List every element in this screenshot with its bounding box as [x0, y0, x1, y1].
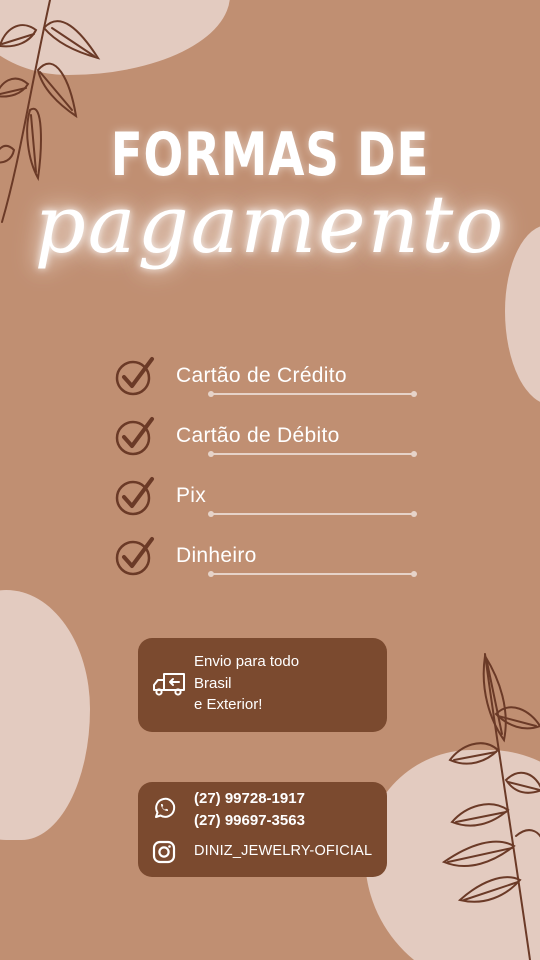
divider-line — [208, 511, 417, 517]
payment-method-label: Cartão de Crédito — [176, 364, 347, 387]
phone-number[interactable]: (27) 99728-1917 — [194, 790, 305, 807]
payment-method-debit-card: Cartão de Débito — [114, 415, 444, 475]
shipping-text: Envio para todo Brasil e Exterior! — [194, 651, 299, 716]
instagram-handle[interactable]: DINIZ_JEWELRY-OFICIAL — [194, 843, 372, 859]
shipping-line: Envio para todo — [194, 653, 300, 670]
whatsapp-icon — [155, 797, 176, 818]
divider-line — [208, 391, 417, 397]
delivery-truck-icon — [153, 673, 185, 696]
payment-method-label: Cartão de Débito — [176, 424, 340, 447]
instagram-icon — [152, 840, 176, 864]
payment-method-cash: Dinheiro — [114, 535, 444, 595]
shipping-info-card: Envio para todo Brasil e Exterior! — [138, 638, 387, 732]
check-circle-icon — [115, 417, 154, 456]
decor-blob-left — [0, 590, 90, 840]
contact-info-card: (27) 99728-1917 (27) 99697-3563 DINIZ_JE… — [138, 782, 387, 877]
phone-number[interactable]: (27) 99697-3563 — [194, 812, 305, 829]
divider-line — [208, 571, 417, 577]
payment-method-label: Pix — [176, 484, 207, 507]
check-circle-icon — [115, 357, 154, 396]
leaf-branch-bottom-right-icon — [441, 653, 540, 960]
payment-method-pix: Pix — [114, 475, 444, 535]
shipping-line: e Exterior! — [194, 696, 263, 713]
check-circle-icon — [115, 537, 154, 576]
payment-methods-list: Cartão de Crédito Cartão de Débito Pix D… — [114, 355, 444, 595]
payment-method-credit-card: Cartão de Crédito — [114, 355, 444, 415]
payment-method-label: Dinheiro — [176, 544, 257, 567]
divider-line — [208, 451, 417, 457]
payment-methods-poster: FORMAS DE pagamento Cartão de Crédito Ca… — [0, 0, 540, 960]
check-circle-icon — [115, 477, 154, 516]
shipping-line: Brasil — [194, 674, 232, 692]
title-script: pagamento — [34, 178, 506, 271]
